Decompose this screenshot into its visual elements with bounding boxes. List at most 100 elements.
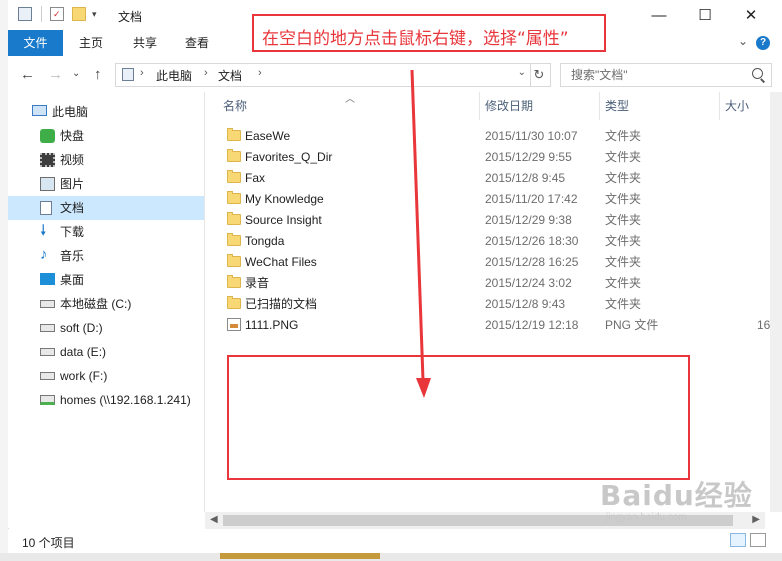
large-icons-view-icon[interactable] (750, 533, 766, 547)
drive-icon (40, 372, 55, 380)
nav-item-pictures[interactable]: 图片 (8, 172, 204, 196)
nav-item-label: 下载 (60, 225, 85, 239)
column-divider[interactable] (719, 92, 720, 120)
nav-item-documents[interactable]: 文档 (8, 196, 204, 220)
details-view-icon[interactable] (730, 533, 746, 547)
scroll-right-icon[interactable]: ▶ (752, 514, 760, 525)
file-name: 已扫描的文档 (245, 297, 318, 311)
file-date: 2015/12/8 9:45 (485, 171, 566, 185)
minimize-button[interactable]: — (636, 0, 682, 30)
file-row[interactable]: 1111.PNG 2015/12/19 12:18 PNG 文件 16 (205, 315, 770, 336)
breadcrumb-this-pc[interactable]: 此电脑 (156, 67, 192, 84)
column-divider[interactable] (479, 92, 480, 120)
nav-item-drive-d[interactable]: soft (D:) (8, 316, 204, 340)
column-header-size[interactable]: 大小 (725, 92, 749, 120)
help-icon[interactable]: ? (756, 36, 770, 50)
status-bar: 10 个项目 (8, 529, 782, 553)
file-type: 文件夹 (605, 297, 642, 311)
file-type: 文件夹 (605, 192, 642, 206)
column-header-date[interactable]: 修改日期 (485, 92, 533, 120)
column-header-name[interactable]: 名称 (223, 92, 247, 120)
breadcrumb-separator-icon[interactable]: › (258, 67, 262, 79)
address-row: ← → ⌄ ↑ › 此电脑 › 文档 › ⌄ ↻ (8, 56, 782, 92)
computer-icon (32, 105, 47, 116)
nav-item-label: 本地磁盘 (C:) (60, 297, 132, 311)
nav-item-label: soft (D:) (60, 321, 103, 335)
annotation-text: 在空白的地方点击鼠标右键，选择“属性” (262, 29, 569, 49)
file-name: EaseWe (245, 129, 291, 143)
properties-icon[interactable]: ✓ (50, 7, 64, 21)
search-icon[interactable] (752, 68, 763, 79)
vertical-scrollbar[interactable] (770, 92, 782, 512)
file-type: 文件夹 (605, 129, 642, 143)
tab-share[interactable]: 共享 (120, 30, 170, 56)
file-row[interactable]: 已扫描的文档 2015/12/8 9:43 文件夹 (205, 294, 765, 315)
nav-item-drive-f[interactable]: work (F:) (8, 364, 204, 388)
file-row[interactable]: Favorites_Q_Dir 2015/12/29 9:55 文件夹 (205, 147, 765, 168)
nav-item-label: 视频 (60, 153, 85, 167)
search-input[interactable] (569, 67, 743, 83)
file-date: 2015/12/29 9:38 (485, 213, 572, 227)
network-drive-icon (40, 395, 55, 405)
customize-toolbar-chevron-icon[interactable]: ▾ (92, 7, 106, 21)
file-date: 2015/12/24 3:02 (485, 276, 572, 290)
expand-ribbon-chevron-icon[interactable]: ⌄ (738, 34, 748, 48)
desktop-icon (40, 273, 55, 285)
nav-item-music[interactable]: ♪ 音乐 (8, 244, 204, 268)
nav-item-label: homes (\\192.168.1.241) (60, 393, 191, 407)
breadcrumb-documents[interactable]: 文档 (218, 67, 242, 84)
windows-drive-icon (40, 300, 55, 308)
breadcrumb-separator-icon[interactable]: › (204, 67, 208, 79)
nav-item-downloads[interactable]: 🠗 下载 (8, 220, 204, 244)
file-name: Source Insight (245, 213, 322, 227)
nav-item-desktop[interactable]: 桌面 (8, 268, 204, 292)
maximize-button[interactable]: ☐ (682, 0, 728, 30)
file-row[interactable]: Source Insight 2015/12/29 9:38 文件夹 (205, 210, 765, 231)
file-name: WeChat Files (245, 255, 317, 269)
forward-button[interactable]: → (48, 66, 63, 83)
nav-item-drive-e[interactable]: data (E:) (8, 340, 204, 364)
column-header-type[interactable]: 类型 (605, 92, 629, 120)
folder-icon (227, 149, 241, 162)
file-row[interactable]: My Knowledge 2015/11/20 17:42 文件夹 (205, 189, 765, 210)
scroll-left-icon[interactable]: ◀ (210, 514, 218, 525)
nav-item-drive-c[interactable]: 本地磁盘 (C:) (8, 292, 204, 316)
tab-view[interactable]: 查看 (172, 30, 222, 56)
nav-item-kuaipan[interactable]: 快盘 (8, 124, 204, 148)
file-row[interactable]: Fax 2015/12/8 9:45 文件夹 (205, 168, 765, 189)
sort-ascending-icon: ︿ (345, 94, 355, 105)
file-row[interactable]: Tongda 2015/12/26 18:30 文件夹 (205, 231, 765, 252)
column-divider[interactable] (599, 92, 600, 120)
recent-locations-chevron-icon[interactable]: ⌄ (72, 68, 80, 79)
address-dropdown-icon[interactable]: ⌄ (518, 67, 526, 78)
nav-item-label: 快盘 (60, 129, 85, 143)
back-button[interactable]: ← (20, 66, 35, 83)
nav-item-this-pc[interactable]: 此电脑 (8, 100, 204, 124)
up-button[interactable]: ↑ (94, 66, 102, 83)
nav-item-label: 此电脑 (52, 105, 89, 119)
file-name: My Knowledge (245, 192, 324, 206)
new-folder-icon[interactable] (72, 7, 86, 21)
breadcrumb-separator-icon[interactable]: › (140, 67, 144, 79)
nav-item-network-homes[interactable]: homes (\\192.168.1.241) (8, 388, 204, 412)
refresh-button[interactable]: ↻ (528, 63, 551, 87)
nav-item-label: 文档 (60, 201, 85, 215)
search-box[interactable] (560, 63, 772, 87)
file-size: 16 (757, 318, 771, 332)
file-row[interactable]: EaseWe 2015/11/30 10:07 文件夹 (205, 126, 765, 147)
nav-item-video[interactable]: 视频 (8, 148, 204, 172)
nav-item-label: 音乐 (60, 249, 85, 263)
folder-icon (227, 128, 241, 141)
music-icon: ♪ (40, 246, 48, 263)
file-name: 录音 (245, 276, 270, 290)
watermark-main: Baidu经验 (600, 479, 753, 512)
tab-home[interactable]: 主页 (66, 30, 116, 56)
tab-file[interactable]: 文件 (8, 30, 63, 56)
folder-icon (227, 170, 241, 183)
address-bar[interactable]: › 此电脑 › 文档 › ⌄ (115, 63, 531, 87)
close-button[interactable]: ✕ (728, 0, 774, 30)
file-type: 文件夹 (605, 234, 642, 248)
file-row[interactable]: 录音 2015/12/24 3:02 文件夹 (205, 273, 765, 294)
file-name: 1111.PNG (245, 318, 299, 332)
file-row[interactable]: WeChat Files 2015/12/28 16:25 文件夹 (205, 252, 765, 273)
